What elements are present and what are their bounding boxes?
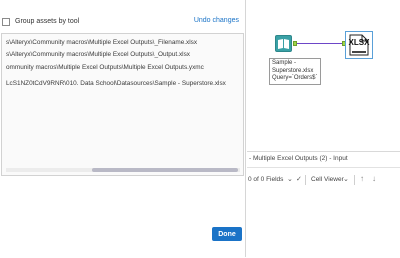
group-assets-row[interactable]: Group assets by tool bbox=[2, 16, 79, 27]
xlsx-label: XLSX bbox=[348, 38, 370, 47]
results-divider bbox=[247, 167, 400, 168]
annotation-line: Sample - bbox=[272, 60, 297, 66]
annotation-line: Superstore.xlsx bbox=[272, 67, 314, 74]
input-data-tool[interactable] bbox=[275, 35, 292, 52]
group-assets-checkbox[interactable] bbox=[2, 17, 10, 26]
arrow-up-icon[interactable]: ↑ bbox=[360, 174, 364, 183]
scrollbar-thumb[interactable] bbox=[92, 168, 238, 172]
horizontal-scrollbar[interactable] bbox=[6, 168, 240, 172]
group-assets-label: Group assets by tool bbox=[15, 18, 80, 25]
toolbar-divider bbox=[354, 175, 355, 185]
done-button[interactable]: Done bbox=[212, 227, 242, 241]
fields-count-dropdown[interactable]: 0 of 0 Fields bbox=[248, 176, 283, 183]
asset-list: s\Alteryx\Community macros\Multiple Exce… bbox=[1, 33, 244, 176]
chevron-down-icon[interactable]: ⌄ bbox=[343, 175, 349, 183]
asset-row-macro[interactable]: ommunity macros\Multiple Excel Outputs\M… bbox=[6, 64, 204, 71]
tool-annotation: Sample - Superstore.xlsx Query=`Orders$` bbox=[269, 58, 321, 85]
toolbar-divider bbox=[305, 175, 306, 185]
asset-row-filename[interactable]: s\Alteryx\Community macros\Multiple Exce… bbox=[6, 39, 197, 46]
manage-assets-dialog: Group assets by tool Undo changes s\Alte… bbox=[0, 0, 246, 257]
annotation-line: Query=`Orders$` bbox=[272, 75, 318, 81]
tool-connector[interactable] bbox=[297, 43, 345, 44]
asset-row-output[interactable]: s\Alteryx\Community macros\Multiple Exce… bbox=[6, 51, 190, 58]
arrow-down-icon[interactable]: ↓ bbox=[372, 174, 376, 183]
checkmark-icon[interactable]: ✓ bbox=[296, 175, 302, 183]
cell-viewer-dropdown[interactable]: Cell Viewer bbox=[311, 176, 344, 183]
book-icon bbox=[278, 39, 289, 49]
chevron-down-icon[interactable]: ⌄ bbox=[287, 175, 293, 183]
undo-changes-link[interactable]: Undo changes bbox=[194, 17, 239, 24]
excel-output-tool[interactable]: XLSX bbox=[345, 31, 373, 59]
results-title: - Multiple Excel Outputs (2) - Input bbox=[249, 155, 348, 162]
asset-row-datasource[interactable]: LcS1NZ0tCdV9RNR\010. Data School\Datasou… bbox=[6, 80, 226, 87]
